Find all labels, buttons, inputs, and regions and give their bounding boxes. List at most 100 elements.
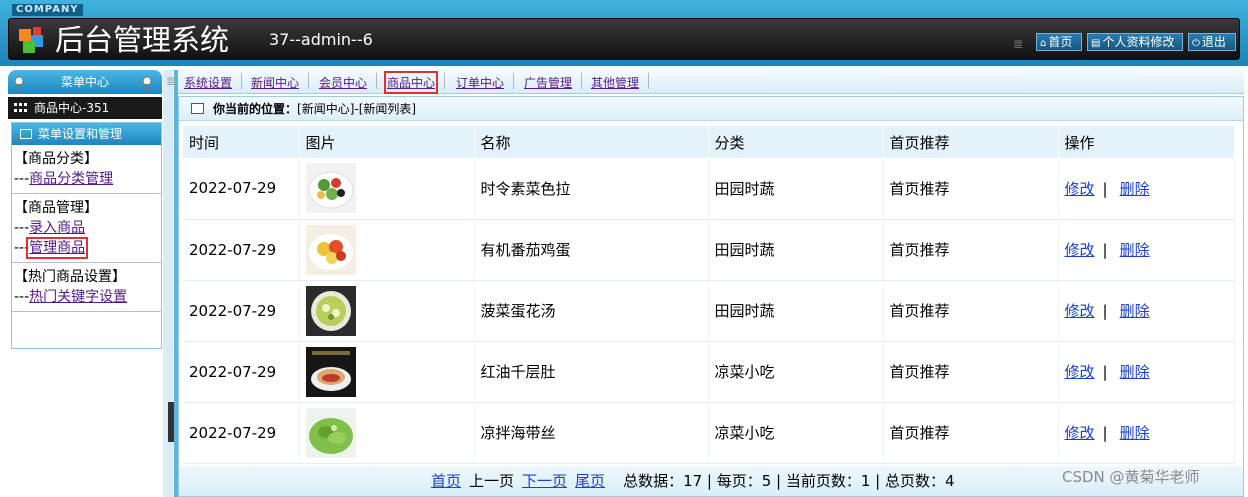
- menu-item: ---商品分类管理: [14, 171, 114, 187]
- menu-link-hot-keywords[interactable]: 热门关键字设置: [29, 289, 127, 305]
- grid-icon: [14, 103, 27, 112]
- menu-box-title: 菜单设置和管理: [12, 123, 161, 145]
- menu-link-add-goods[interactable]: 录入商品: [29, 220, 85, 236]
- cell-recommend: 首页推荐: [883, 158, 1059, 220]
- sidebar: 菜单中心 商品中心-351 菜单设置和管理 【商品分类】 ---商品分类管理 【…: [8, 70, 162, 497]
- cell-date: 2022-07-29: [183, 280, 300, 342]
- grip-icon: ≣: [166, 74, 177, 88]
- tripe-image: [305, 346, 356, 397]
- main-panel: 你当前的位置：[新闻中心]-[新闻列表] 时间 图片 名称 分类 首页推荐 操作…: [178, 96, 1244, 497]
- watermark: CSDN @黄菊华老师: [1062, 468, 1200, 486]
- goods-table: 时间 图片 名称 分类 首页推荐 操作 2022-07-29 时令素菜色拉 田园…: [183, 126, 1235, 464]
- action-separator: |: [1102, 424, 1108, 442]
- app-header: COMPANY 后台管理系统 37--admin--6 ≣ ⌂ 首页 ▤ 个人资料修…: [0, 0, 1248, 66]
- profile-label: 个人资料修改: [1102, 35, 1175, 49]
- cell-recommend: 首页推荐: [883, 219, 1059, 281]
- group-title: 【热门商品设置】: [14, 269, 126, 285]
- profile-button[interactable]: ▤ 个人资料修改: [1087, 33, 1183, 51]
- action-separator: |: [1102, 241, 1108, 259]
- prev-page-label: 上一页: [469, 472, 515, 490]
- home-icon: ⌂: [1040, 38, 1047, 49]
- cell-category: 田园时蔬: [708, 158, 884, 220]
- tab-order-center[interactable]: 订单中心: [456, 74, 504, 91]
- edit-link[interactable]: 修改: [1065, 180, 1095, 198]
- menu-link-manage-goods[interactable]: 管理商品: [26, 237, 89, 259]
- breadcrumb: 你当前的位置：[新闻中心]-[新闻列表]: [179, 97, 1243, 121]
- edit-link[interactable]: 修改: [1065, 424, 1095, 442]
- cell-recommend: 首页推荐: [883, 280, 1059, 342]
- tab-separator: [648, 73, 649, 89]
- tab-goods-center[interactable]: 商品中心: [383, 71, 439, 94]
- company-badge: COMPANY: [12, 4, 83, 16]
- menu-link-category-manage[interactable]: 商品分类管理: [29, 171, 113, 187]
- cell-name: 凉拌海带丝: [474, 402, 709, 464]
- pagination-stats: 总数据：17 | 每页：5 | 当前页数：1 | 总页数：4: [623, 472, 955, 490]
- cell-actions: 修改 | 删除: [1058, 341, 1235, 403]
- tab-ad-manage[interactable]: 广告管理: [524, 74, 572, 91]
- sidebar-splitter[interactable]: [163, 70, 174, 497]
- action-separator: |: [1102, 302, 1108, 320]
- menu-item: ---热门关键字设置: [14, 289, 128, 305]
- top-nav: ≣ 系统设置 新闻中心 会员中心 商品中心 订单中心 广告管理 其他管理: [166, 70, 1244, 94]
- cell-image: [299, 341, 475, 403]
- delete-link[interactable]: 删除: [1120, 424, 1150, 442]
- menu-box-label: 菜单设置和管理: [38, 127, 123, 141]
- edit-link[interactable]: 修改: [1065, 363, 1095, 381]
- header-bar: 后台管理系统 37--admin--6 ≣ ⌂ 首页 ▤ 个人资料修改 ⏻ 退出: [8, 18, 1240, 60]
- delete-link[interactable]: 删除: [1120, 302, 1150, 320]
- user-info: 37--admin--6: [269, 30, 373, 49]
- cell-name: 红油千层肚: [474, 341, 709, 403]
- group-title: 【商品分类】: [14, 151, 98, 167]
- tab-other-manage[interactable]: 其他管理: [591, 74, 639, 91]
- menu-group-goods: 【商品管理】 ---录入商品 ---管理商品: [12, 194, 161, 263]
- tab-member-center[interactable]: 会员中心: [319, 74, 367, 91]
- kelp-image: [305, 407, 356, 458]
- edit-link[interactable]: 修改: [1065, 302, 1095, 320]
- cell-actions: 修改 | 删除: [1058, 402, 1235, 464]
- menu-box: 菜单设置和管理 【商品分类】 ---商品分类管理 【商品管理】 ---录入商品 …: [11, 122, 162, 349]
- first-page-link[interactable]: 首页: [431, 472, 461, 490]
- menu-item: ---管理商品: [14, 237, 89, 259]
- cell-image: [299, 402, 475, 464]
- col-image: 图片: [299, 126, 475, 158]
- pin-icon: [142, 76, 152, 92]
- profile-icon: ▤: [1091, 38, 1101, 49]
- cell-name: 时令素菜色拉: [474, 158, 709, 220]
- tab-system-settings[interactable]: 系统设置: [184, 74, 232, 91]
- group-title: 【商品管理】: [14, 200, 98, 216]
- cell-category: 凉菜小吃: [708, 341, 884, 403]
- menu-item: ---录入商品: [14, 220, 86, 236]
- logo-icon: [19, 27, 43, 53]
- cell-date: 2022-07-29: [183, 402, 300, 464]
- action-separator: |: [1102, 179, 1108, 198]
- tab-separator: [513, 73, 514, 89]
- logout-button[interactable]: ⏻ 退出: [1188, 33, 1236, 51]
- system-title: 后台管理系统: [55, 23, 230, 57]
- cell-date: 2022-07-29: [183, 219, 300, 281]
- menu-group-hot: 【热门商品设置】 ---热门关键字设置: [12, 263, 161, 312]
- col-actions: 操作: [1058, 126, 1235, 158]
- delete-link[interactable]: 删除: [1120, 241, 1150, 259]
- cell-name: 菠菜蛋花汤: [474, 280, 709, 342]
- edit-link[interactable]: 修改: [1065, 241, 1095, 259]
- cell-image: [299, 158, 475, 220]
- cell-image: [299, 280, 475, 342]
- power-icon: ⏻: [1192, 38, 1200, 49]
- cell-category: 凉菜小吃: [708, 402, 884, 464]
- section-title[interactable]: 商品中心-351: [8, 97, 162, 119]
- delete-link[interactable]: 删除: [1120, 180, 1150, 198]
- cell-date: 2022-07-29: [183, 341, 300, 403]
- last-page-link[interactable]: 尾页: [575, 472, 605, 490]
- cell-category: 田园时蔬: [708, 280, 884, 342]
- tab-separator: [376, 73, 377, 89]
- delete-link[interactable]: 删除: [1120, 363, 1150, 381]
- home-button[interactable]: ⌂ 首页: [1036, 33, 1082, 51]
- tab-separator: [308, 73, 309, 89]
- salad-image: [305, 163, 356, 214]
- next-page-link[interactable]: 下一页: [522, 472, 567, 490]
- cell-date: 2022-07-29: [183, 158, 300, 220]
- tab-news-center[interactable]: 新闻中心: [251, 74, 299, 91]
- tab-separator: [581, 73, 582, 89]
- cell-actions: 修改 | 删除: [1058, 219, 1235, 281]
- tab-separator: [241, 73, 242, 89]
